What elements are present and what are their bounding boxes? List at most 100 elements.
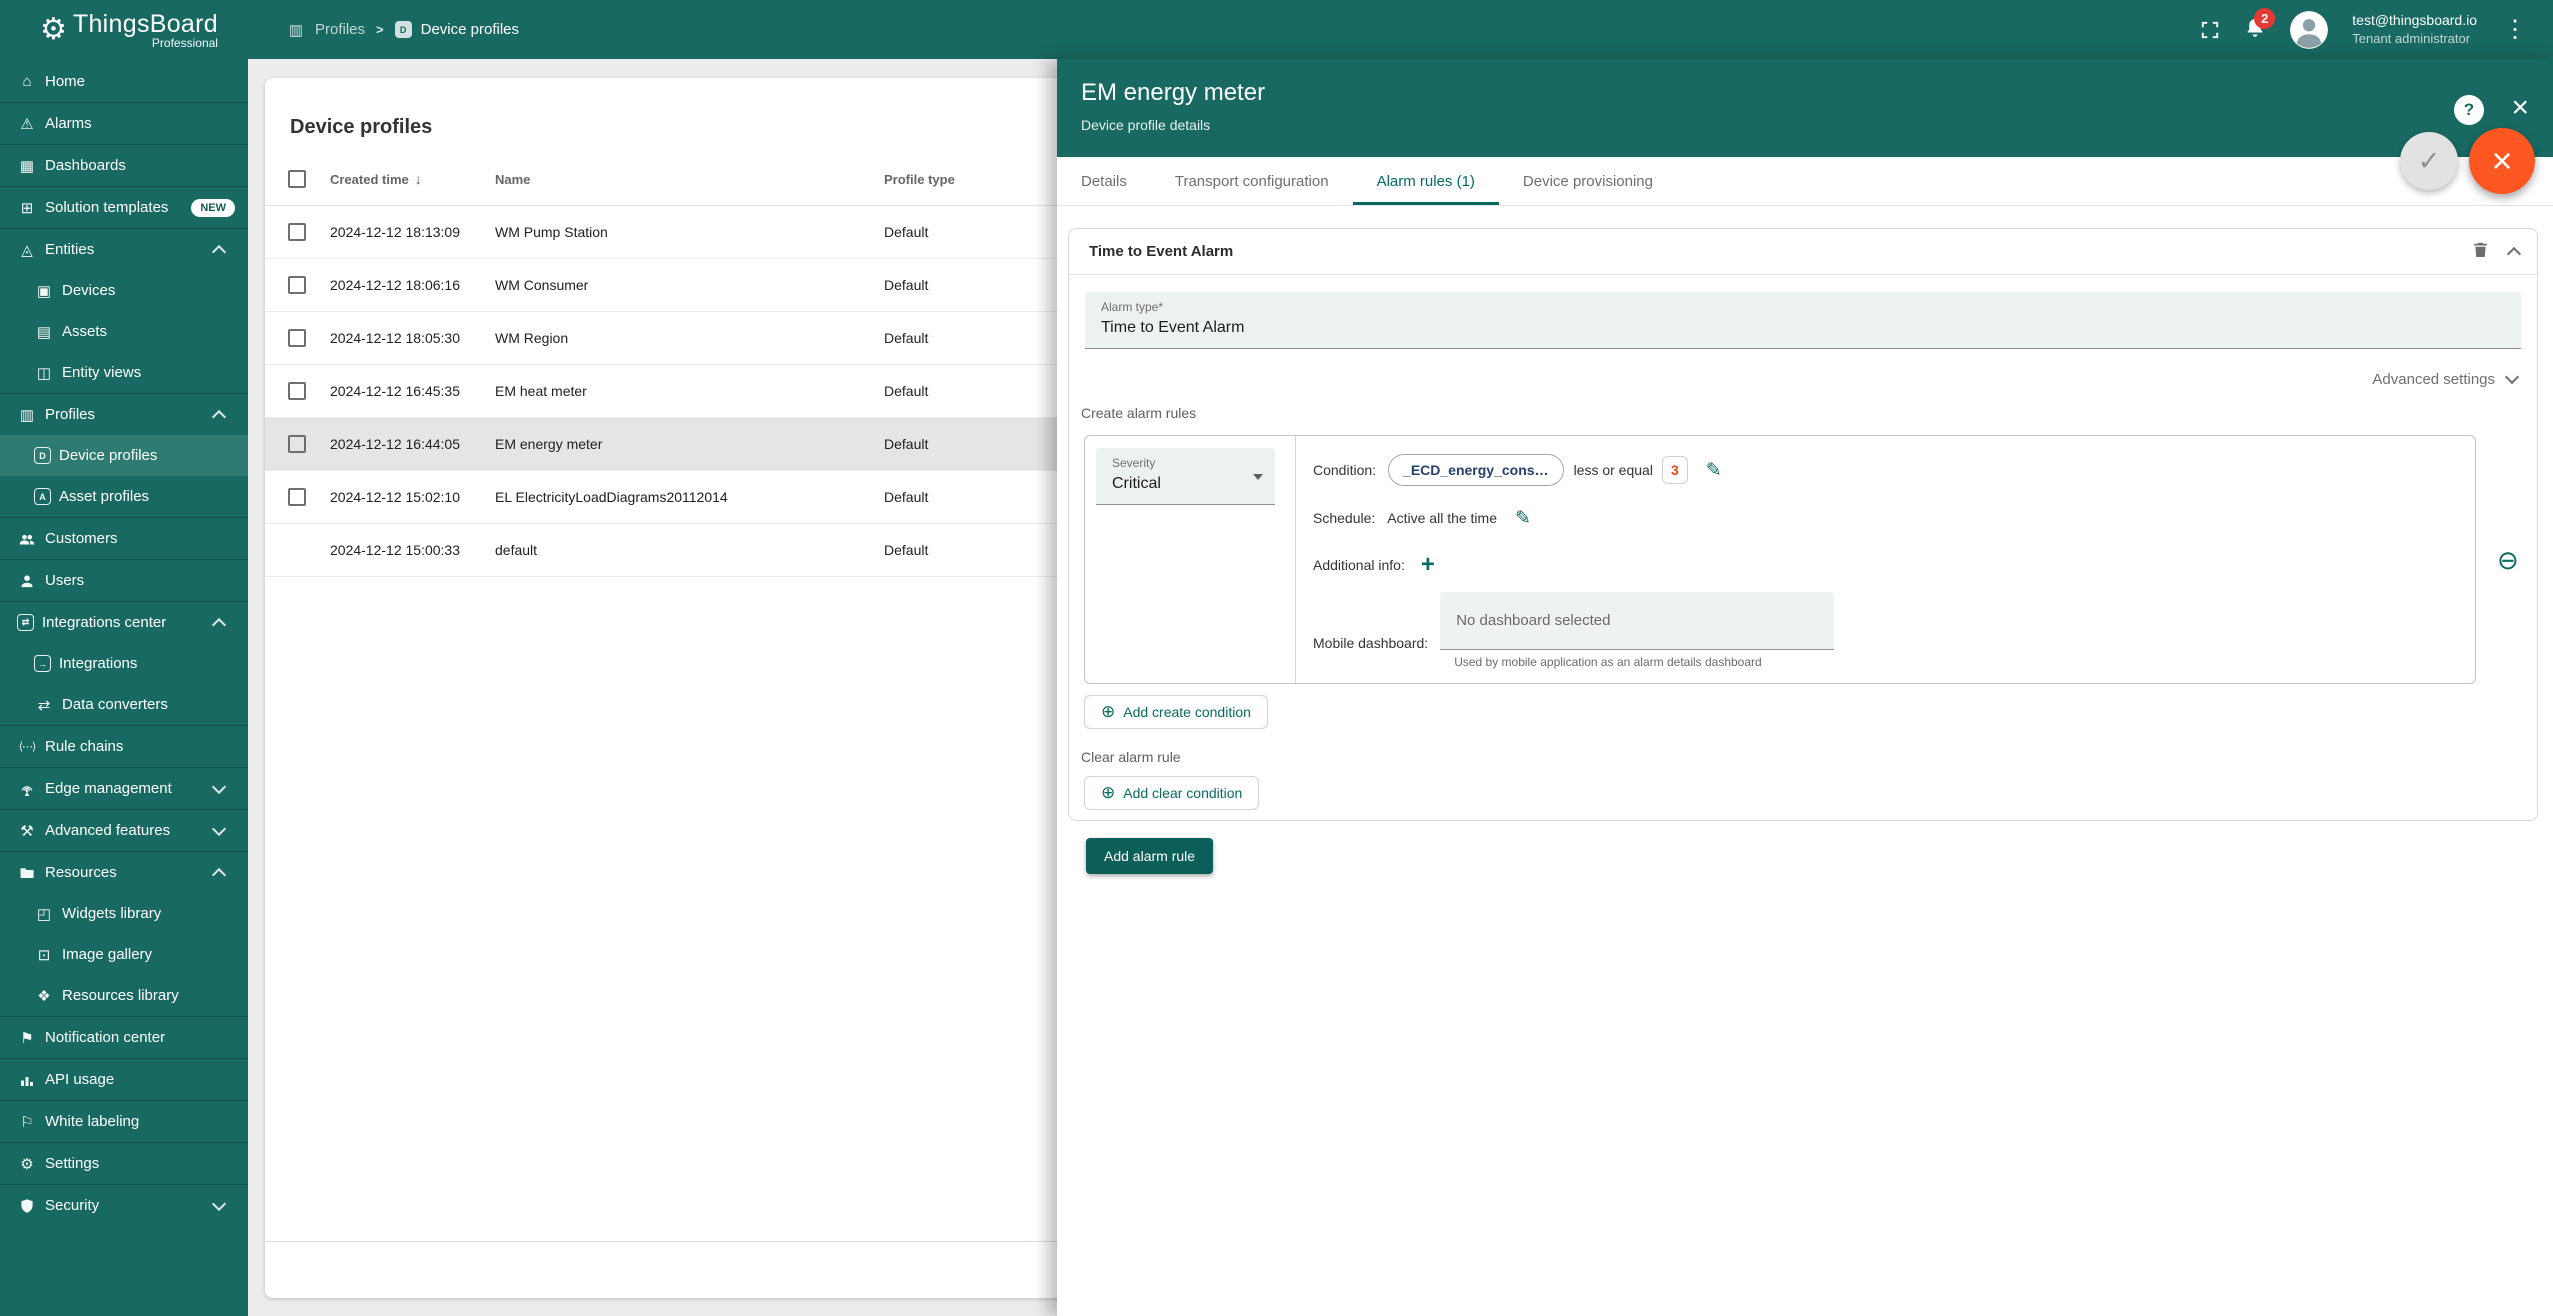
row-checkbox[interactable] xyxy=(288,329,306,347)
breadcrumb: ▥ Profiles > D Device profiles xyxy=(248,21,2200,39)
sidebar-item-api-usage[interactable]: API usage xyxy=(0,1058,248,1100)
chevron-up-icon xyxy=(212,617,226,631)
sidebar-item-label: Dashboards xyxy=(45,157,126,174)
sidebar-item-label: Home xyxy=(45,73,85,90)
collapse-alarm-rule-icon[interactable] xyxy=(2507,246,2521,260)
sidebar-item-notification-center[interactable]: ⚑Notification center xyxy=(0,1016,248,1058)
sidebar-item-widgets-library[interactable]: ◰Widgets library xyxy=(0,893,248,934)
advanced-settings-toggle[interactable]: Advanced settings xyxy=(1069,371,2517,387)
sidebar-item-resources[interactable]: Resources xyxy=(0,851,248,893)
cell-name: WM Pump Station xyxy=(495,224,884,240)
device-profile-details-panel: EM energy meter Device profile details ?… xyxy=(1057,59,2553,1316)
sidebar-item-label: Solution templates xyxy=(45,199,168,216)
severity-select[interactable]: Severity Critical xyxy=(1096,448,1275,505)
sidebar: ⚙ ThingsBoard Professional ⌂Home⚠Alarms▦… xyxy=(0,0,248,1316)
app-name: ThingsBoard xyxy=(73,10,218,39)
sidebar-item-dashboards[interactable]: ▦ Dashboards xyxy=(0,144,248,186)
condition-key-chip[interactable]: _ECD_energy_cons… xyxy=(1388,454,1564,486)
row-checkbox[interactable] xyxy=(288,488,306,506)
panel-subtitle: Device profile details xyxy=(1081,117,2553,133)
sidebar-item-advanced-features[interactable]: ⚒Advanced features xyxy=(0,809,248,851)
sort-desc-icon: ↓ xyxy=(415,171,422,187)
home-icon: ⌂ xyxy=(17,73,37,90)
edit-condition-icon[interactable]: ✎ xyxy=(1706,459,1722,482)
sidebar-item-alarms[interactable]: ⚠Alarms xyxy=(0,102,248,144)
sidebar-item-label: API usage xyxy=(45,1071,114,1088)
add-alarm-rule-button[interactable]: Add alarm rule xyxy=(1086,838,1213,874)
remove-condition-icon[interactable]: ⊖ xyxy=(2497,547,2519,573)
sidebar-item-settings[interactable]: ⚙Settings xyxy=(0,1142,248,1184)
notifications-button[interactable]: 2 xyxy=(2244,16,2266,43)
add-additional-info-icon[interactable]: + xyxy=(1421,551,1435,579)
cell-name: EM heat meter xyxy=(495,383,884,399)
breadcrumb-item-device-profiles[interactable]: D Device profiles xyxy=(395,21,519,38)
resources-library-icon: ❖ xyxy=(34,987,54,1005)
edit-schedule-icon[interactable]: ✎ xyxy=(1515,507,1531,530)
tab-label: Device provisioning xyxy=(1523,173,1653,190)
mobile-dashboard-input[interactable] xyxy=(1440,592,1834,650)
cell-name: EM energy meter xyxy=(495,436,884,452)
add-create-condition-button[interactable]: ⊕ Add create condition xyxy=(1084,695,1268,729)
row-checkbox[interactable] xyxy=(288,223,306,241)
close-icon[interactable]: × xyxy=(2507,89,2533,127)
decline-changes-fab[interactable]: × xyxy=(2469,128,2535,194)
alarm-type-input[interactable] xyxy=(1101,314,2505,337)
sidebar-item-data-converters[interactable]: ⇄Data converters xyxy=(0,684,248,725)
sidebar-item-security[interactable]: Security xyxy=(0,1184,248,1226)
sidebar-item-solution-templates[interactable]: ⊞Solution templatesNEW xyxy=(0,186,248,228)
column-header-created-time[interactable]: Created time ↓ xyxy=(330,171,495,187)
column-header-name[interactable]: Name xyxy=(495,172,884,187)
sidebar-item-asset-profiles[interactable]: AAsset profiles xyxy=(0,476,248,517)
sidebar-item-image-gallery[interactable]: ⊡Image gallery xyxy=(0,934,248,975)
sidebar-item-integrations[interactable]: →Integrations xyxy=(0,643,248,684)
tab-alarm-rules-1[interactable]: Alarm rules (1) xyxy=(1353,157,1499,205)
new-badge: NEW xyxy=(191,199,235,217)
help-icon[interactable]: ? xyxy=(2454,95,2484,125)
sidebar-item-label: Image gallery xyxy=(62,946,152,963)
tab-details[interactable]: Details xyxy=(1057,157,1151,205)
breadcrumb-item-profiles[interactable]: ▥ Profiles xyxy=(286,21,365,39)
user-info: test@thingsboard.io Tenant administrator xyxy=(2352,11,2477,47)
select-all-checkbox[interactable] xyxy=(288,170,306,188)
tab-device-provisioning[interactable]: Device provisioning xyxy=(1499,157,1677,205)
chevron-down-icon xyxy=(212,779,226,793)
sidebar-item-rule-chains[interactable]: ⟨⋯⟩Rule chains xyxy=(0,725,248,767)
dashboards-icon: ▦ xyxy=(17,157,37,175)
alarm-type-field[interactable]: Alarm type* xyxy=(1085,292,2521,349)
sidebar-item-device-profiles[interactable]: DDevice profiles xyxy=(0,435,248,476)
sidebar-item-label: Integrations xyxy=(59,655,137,672)
cell-created: 2024-12-12 16:45:35 xyxy=(330,383,495,399)
tab-transport-configuration[interactable]: Transport configuration xyxy=(1151,157,1353,205)
row-checkbox[interactable] xyxy=(288,382,306,400)
apply-changes-fab[interactable]: ✓ xyxy=(2400,132,2458,190)
chevron-down-icon xyxy=(2505,370,2519,384)
cell-created: 2024-12-12 18:13:09 xyxy=(330,224,495,240)
sidebar-item-edge-management[interactable]: Edge management xyxy=(0,767,248,809)
sidebar-item-assets[interactable]: ▤Assets xyxy=(0,311,248,352)
sidebar-item-users[interactable]: Users xyxy=(0,559,248,601)
avatar[interactable] xyxy=(2290,11,2328,49)
sidebar-item-label: Settings xyxy=(45,1155,99,1172)
sidebar-item-customers[interactable]: Customers xyxy=(0,517,248,559)
more-menu-icon[interactable]: ⋮ xyxy=(2501,15,2529,44)
sidebar-item-entities[interactable]: ◬Entities xyxy=(0,228,248,270)
thingsboard-logo[interactable]: ⚙ ThingsBoard Professional xyxy=(0,0,248,59)
sidebar-item-home[interactable]: ⌂ Home xyxy=(0,61,248,102)
cell-name: WM Consumer xyxy=(495,277,884,293)
sidebar-item-integrations-center[interactable]: ⇄Integrations center xyxy=(0,601,248,643)
sidebar-item-devices[interactable]: ▣Devices xyxy=(0,270,248,311)
schedule-label: Schedule: xyxy=(1313,510,1375,526)
cell-created: 2024-12-12 15:00:33 xyxy=(330,542,495,558)
row-checkbox[interactable] xyxy=(288,276,306,294)
sidebar-item-white-labeling[interactable]: ⚐White labeling xyxy=(0,1100,248,1142)
sidebar-item-profiles[interactable]: ▥Profiles xyxy=(0,393,248,435)
app-root: ⚙ ThingsBoard Professional ⌂Home⚠Alarms▦… xyxy=(0,0,2553,1316)
sidebar-item-label: Customers xyxy=(45,530,118,547)
row-checkbox[interactable] xyxy=(288,435,306,453)
sidebar-item-entity-views[interactable]: ◫Entity views xyxy=(0,352,248,393)
delete-alarm-rule-icon[interactable] xyxy=(2472,241,2489,263)
add-clear-condition-button[interactable]: ⊕ Add clear condition xyxy=(1084,776,1259,810)
mobile-dashboard-label: Mobile dashboard: xyxy=(1313,635,1428,669)
sidebar-item-resources-library[interactable]: ❖Resources library xyxy=(0,975,248,1016)
fullscreen-icon[interactable] xyxy=(2200,20,2220,40)
